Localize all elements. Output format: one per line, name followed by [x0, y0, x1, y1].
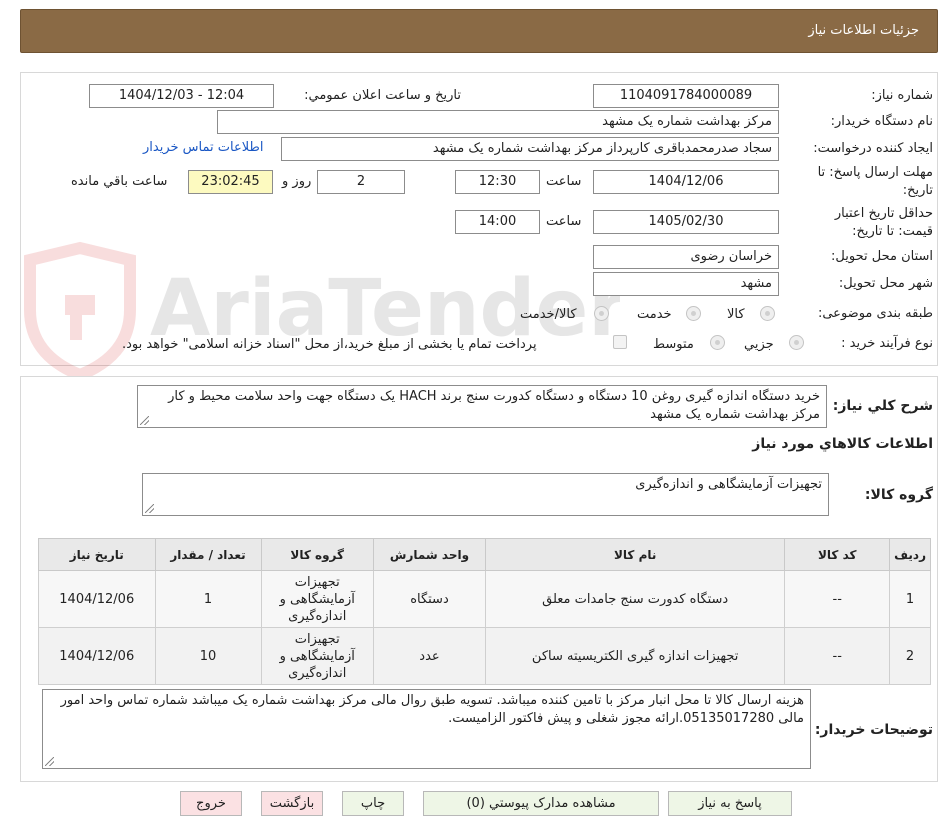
cell-qty: 1: [154, 570, 262, 628]
days-label: روز و: [282, 174, 312, 189]
table-row[interactable]: 2 -- تجهیزات اندازه گیری الکتریسیته ساکن…: [38, 627, 931, 685]
notes-textarea[interactable]: هزینه ارسال کالا تا محل انبار مرکز با تا…: [42, 689, 811, 769]
cell-row-no: 2: [889, 627, 931, 685]
process-label: نوع فرآیند خرید :: [841, 336, 933, 351]
announce-label: تاریخ و ساعت اعلان عمومي:: [304, 88, 461, 103]
need-number-field[interactable]: 1104091784000089: [593, 84, 779, 108]
reply-button[interactable]: پاسخ به نیاز: [668, 791, 792, 816]
category-option-goods-service: کالا/خدمت: [520, 307, 577, 322]
summary-label: شرح كلي نياز:: [832, 398, 933, 414]
cell-date: 1404/12/06: [38, 627, 156, 685]
deadline-time-field[interactable]: 12:30: [455, 170, 540, 194]
validity-date-field[interactable]: 1405/02/30: [593, 210, 779, 234]
notes-label: توضیحات خریدار:: [814, 722, 933, 738]
province-field[interactable]: خراسان رضوی: [593, 245, 779, 269]
col-header-unit: واحد شمارش: [372, 538, 487, 571]
validity-time-field[interactable]: 14:00: [455, 210, 540, 234]
col-header-code: کد کالا: [784, 538, 891, 571]
category-option-goods: کالا: [727, 307, 745, 322]
resize-grip-icon[interactable]: [145, 504, 154, 513]
col-header-name: نام کالا: [485, 538, 786, 571]
cell-unit: دستگاه: [372, 570, 487, 628]
process-radio-minor[interactable]: [789, 335, 804, 350]
validity-label: حداقل تاریخ اعتبار قیمت: تا تاریخ:: [834, 206, 933, 239]
resize-grip-icon[interactable]: [140, 416, 149, 425]
category-radio-goods-service[interactable]: [594, 306, 609, 321]
deadline-label: مهلت ارسال پاسخ: تا تاریخ:: [817, 165, 933, 198]
validity-time-label: ساعت: [546, 214, 582, 229]
table-row[interactable]: 1 -- دستگاه کدورت سنج جامدات معلق دستگاه…: [38, 570, 931, 628]
page-header: جزئیات اطلاعات نیاز: [20, 9, 938, 53]
cell-group: تجهیزات آزمایشگاهی و اندازه‌گیری: [260, 627, 374, 685]
cell-qty: 10: [154, 627, 262, 685]
process-option-medium: متوسط: [653, 337, 694, 352]
category-radio-service[interactable]: [686, 306, 701, 321]
city-label: شهر محل تحویل:: [838, 276, 933, 291]
summary-text: خرید دستگاه اندازه گیری روغن 10 دستگاه و…: [168, 389, 820, 422]
exit-button[interactable]: خروج: [180, 791, 242, 816]
attachments-button[interactable]: مشاهده مدارک پیوستي (0): [423, 791, 659, 816]
days-field[interactable]: 2: [317, 170, 405, 194]
back-button[interactable]: بازگشت: [261, 791, 323, 816]
cell-name: تجهیزات اندازه گیری الکتریسیته ساکن: [485, 627, 786, 685]
cell-name: دستگاه کدورت سنج جامدات معلق: [485, 570, 786, 628]
category-label: طبقه بندی موضوعی:: [817, 306, 933, 321]
goods-section-title: اطلاعات کالاهاي مورد نياز: [752, 436, 933, 452]
page-title: جزئیات اطلاعات نیاز: [808, 23, 919, 38]
col-header-row-no: رديف: [889, 538, 931, 571]
deadline-date-field[interactable]: 1404/12/06: [593, 170, 779, 194]
goods-table: رديف کد کالا نام کالا واحد شمارش گروه کا…: [38, 538, 931, 685]
goods-group-label: گروه کالا:: [864, 487, 933, 503]
buyer-field[interactable]: مرکز بهداشت شماره یک مشهد: [217, 110, 779, 134]
cell-group: تجهیزات آزمایشگاهی و اندازه‌گیری: [260, 570, 374, 628]
resize-grip-icon[interactable]: [45, 757, 54, 766]
summary-textarea[interactable]: خرید دستگاه اندازه گیری روغن 10 دستگاه و…: [137, 385, 827, 428]
deadline-time-label: ساعت: [546, 174, 582, 189]
buyer-label: نام دستگاه خریدار:: [830, 114, 933, 129]
table-header-row: رديف کد کالا نام کالا واحد شمارش گروه کا…: [38, 538, 931, 571]
cell-row-no: 1: [889, 570, 931, 628]
creator-label: ایجاد کننده درخواست:: [813, 141, 933, 156]
city-field[interactable]: مشهد: [593, 272, 779, 296]
category-option-service: خدمت: [637, 307, 672, 322]
col-header-group: گروه کالا: [260, 538, 374, 571]
notes-text: هزینه ارسال کالا تا محل انبار مرکز با تا…: [60, 693, 804, 726]
goods-group-value: تجهیزات آزمایشگاهی و اندازه‌گیری: [635, 477, 822, 492]
need-number-label: شماره نیاز:: [871, 88, 933, 103]
cell-code: --: [784, 570, 891, 628]
treasury-checkbox[interactable]: [613, 335, 627, 349]
remaining-label: ساعت باقي مانده: [71, 174, 168, 189]
province-label: استان محل تحویل:: [831, 249, 933, 264]
process-radio-medium[interactable]: [710, 335, 725, 350]
col-header-date: تاریخ نیاز: [38, 538, 156, 571]
treasury-note: پرداخت تمام یا بخشی از مبلغ خرید،از محل …: [122, 337, 537, 352]
process-option-minor: جزيي: [744, 337, 774, 352]
announce-field[interactable]: 1404/12/03 - 12:04: [89, 84, 274, 108]
creator-field[interactable]: سجاد صدرمحمدباقری کارپرداز مرکز بهداشت ش…: [281, 137, 779, 161]
goods-group-field[interactable]: تجهیزات آزمایشگاهی و اندازه‌گیری: [142, 473, 829, 516]
remaining-time-field: 23:02:45: [188, 170, 273, 194]
category-radio-goods[interactable]: [760, 306, 775, 321]
print-button[interactable]: چاپ: [342, 791, 404, 816]
col-header-qty: تعداد / مقدار: [154, 538, 262, 571]
cell-date: 1404/12/06: [38, 570, 156, 628]
cell-unit: عدد: [372, 627, 487, 685]
cell-code: --: [784, 627, 891, 685]
buyer-contact-link[interactable]: اطلاعات تماس خریدار: [143, 140, 263, 155]
